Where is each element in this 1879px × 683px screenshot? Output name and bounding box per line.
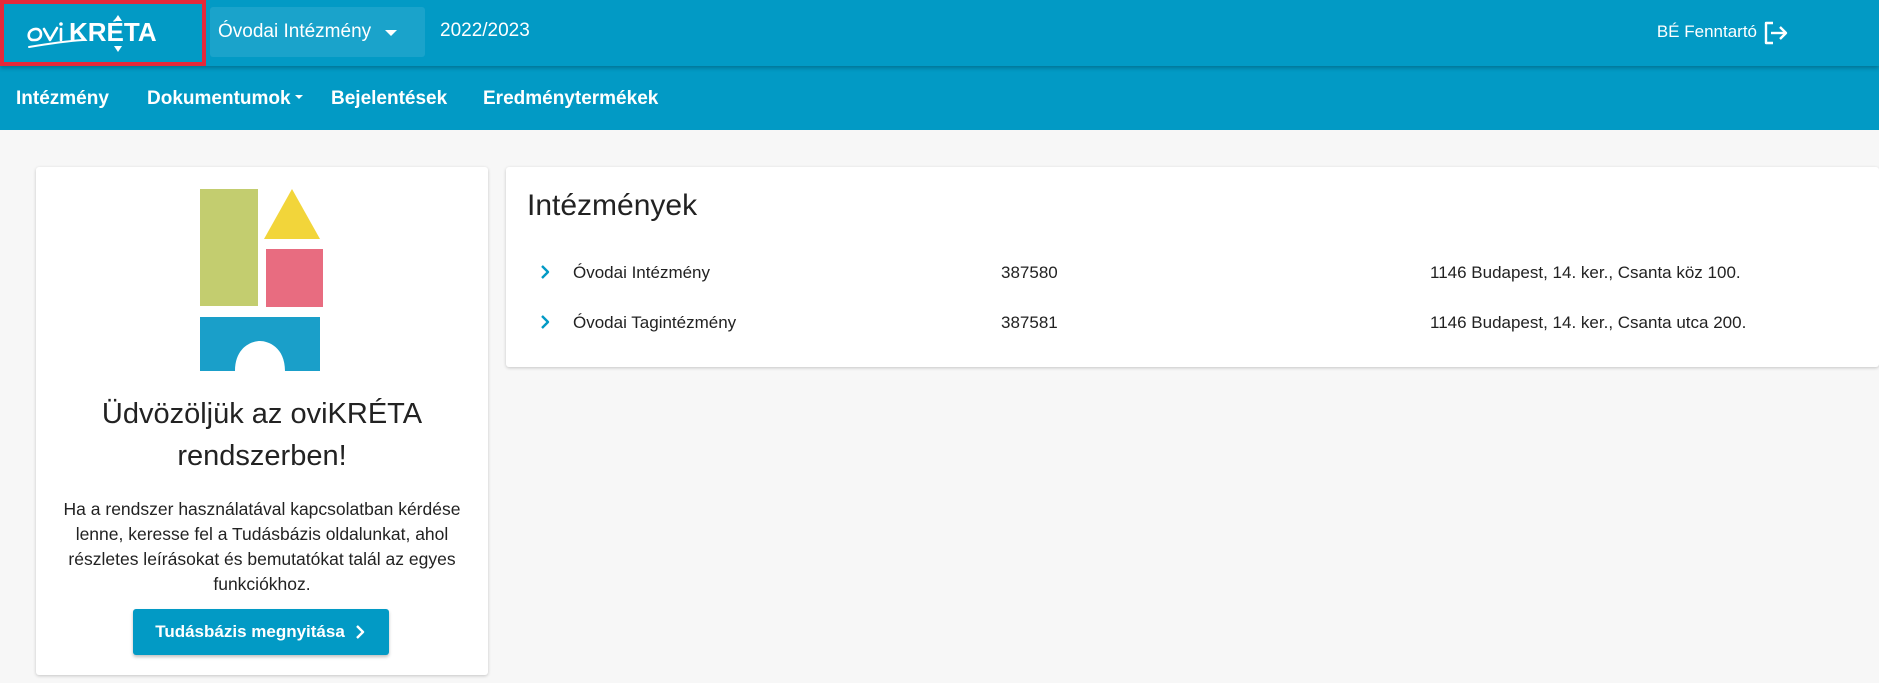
nav-item-intezmeny[interactable]: Intézmény <box>16 88 109 110</box>
chevron-right-icon <box>355 625 364 639</box>
nav-item-label: Dokumentumok <box>147 88 291 109</box>
nav-item-label: Intézmény <box>16 88 109 109</box>
chevron-down-icon <box>385 30 397 36</box>
school-year[interactable]: 2022/2023 <box>440 20 530 42</box>
nav-item-label: Bejelentések <box>331 88 448 109</box>
table-row[interactable]: Óvodai Tagintézmény 387581 1146 Budapest… <box>506 302 1879 342</box>
user-name[interactable]: BÉ Fenntartó <box>1657 22 1757 42</box>
building-blocks-illustration-icon <box>200 189 323 371</box>
institution-address: 1146 Budapest, 14. ker., Csanta köz 100. <box>1430 263 1741 282</box>
main-nav: Intézmény Dokumentumok Bejelentések Ered… <box>0 66 1879 130</box>
logout-icon[interactable] <box>1761 19 1789 47</box>
app-logo[interactable]: KRÉTA <box>0 0 206 66</box>
institution-code: 387581 <box>1001 313 1058 332</box>
chevron-down-icon <box>294 94 303 99</box>
institution-code: 387580 <box>1001 263 1058 282</box>
ovikreta-logo-icon: KRÉTA <box>27 15 157 52</box>
institution-address: 1146 Budapest, 14. ker., Csanta utca 200… <box>1430 313 1747 332</box>
welcome-text: Ha a rendszer használatával kapcsolatban… <box>63 499 461 594</box>
nav-item-label: Eredménytermékek <box>483 88 659 109</box>
nav-item-bejelentesek[interactable]: Bejelentések <box>331 88 447 110</box>
institutions-card: Intézmények Óvodai Intézmény 387580 1146… <box>506 167 1879 367</box>
institution-name: Óvodai Tagintézmény <box>573 313 737 332</box>
institution-name: Óvodai Intézmény <box>573 263 711 282</box>
open-knowledge-base-button[interactable]: Tudásbázis megnyitása <box>133 609 389 655</box>
institution-select[interactable]: Óvodai Intézmény <box>210 7 425 57</box>
chevron-right-icon[interactable] <box>538 314 552 330</box>
institution-select-value: Óvodai Intézmény <box>218 21 372 42</box>
table-row[interactable]: Óvodai Intézmény 387580 1146 Budapest, 1… <box>506 252 1879 292</box>
nav-item-dokumentumok[interactable]: Dokumentumok <box>147 88 303 110</box>
institutions-title: Intézmények <box>527 189 698 222</box>
welcome-title: Üdvözöljük az oviKRÉTA rendszerben! <box>101 398 423 472</box>
button-label: Tudásbázis megnyitása <box>155 622 345 641</box>
welcome-card: Üdvözöljük az oviKRÉTA rendszerben! Ha a… <box>36 167 488 675</box>
nav-item-eredmenytermekek[interactable]: Eredménytermékek <box>483 88 658 110</box>
chevron-right-icon[interactable] <box>538 264 552 280</box>
top-bar: KRÉTA Óvodai Intézmény 2022/2023 BÉ Fenn… <box>0 0 1879 66</box>
svg-text:KRÉTA: KRÉTA <box>69 17 157 47</box>
